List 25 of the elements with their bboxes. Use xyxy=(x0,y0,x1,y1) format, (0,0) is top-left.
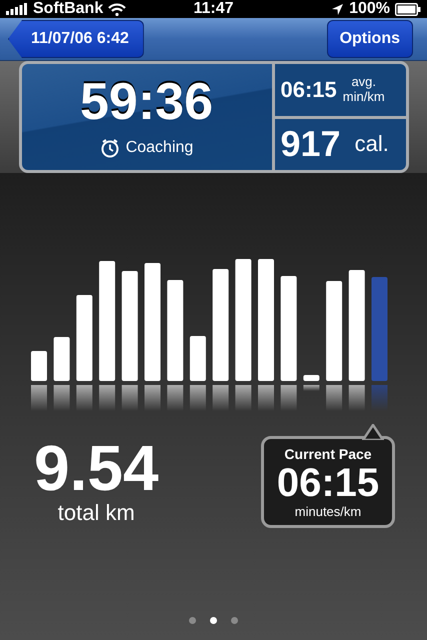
current-pace-unit: minutes/km xyxy=(294,504,362,518)
current-pace-value: 06:15 xyxy=(276,462,380,504)
page-dot[interactable] xyxy=(210,617,217,624)
location-arrow-icon xyxy=(331,2,344,16)
calories-unit: cal. xyxy=(354,131,389,158)
pace-unit: min/km xyxy=(342,90,385,105)
coaching-label: Coaching xyxy=(126,139,194,157)
distance-unit: total km xyxy=(58,500,135,526)
page-dot[interactable] xyxy=(189,617,196,624)
signal-icon xyxy=(6,3,28,15)
distance-value: 9.54 xyxy=(34,436,159,500)
carrier-name: SoftBank xyxy=(33,0,104,18)
wifi-icon xyxy=(108,2,126,16)
avg-label: avg. xyxy=(351,74,376,90)
stopwatch-icon xyxy=(100,138,120,158)
battery-icon xyxy=(395,2,421,16)
avg-pace-value: 06:15 xyxy=(280,76,337,103)
options-button[interactable]: Options xyxy=(326,20,413,58)
battery-percent: 100% xyxy=(349,0,390,18)
duration-value: 59:36 xyxy=(80,76,213,128)
clock-time: 11:47 xyxy=(193,0,234,18)
current-pace-title: Current Pace xyxy=(284,446,372,462)
page-dot[interactable] xyxy=(231,617,238,624)
back-button[interactable]: 11/07/06 6:42 xyxy=(8,20,144,58)
calories-value: 917 xyxy=(280,123,341,166)
